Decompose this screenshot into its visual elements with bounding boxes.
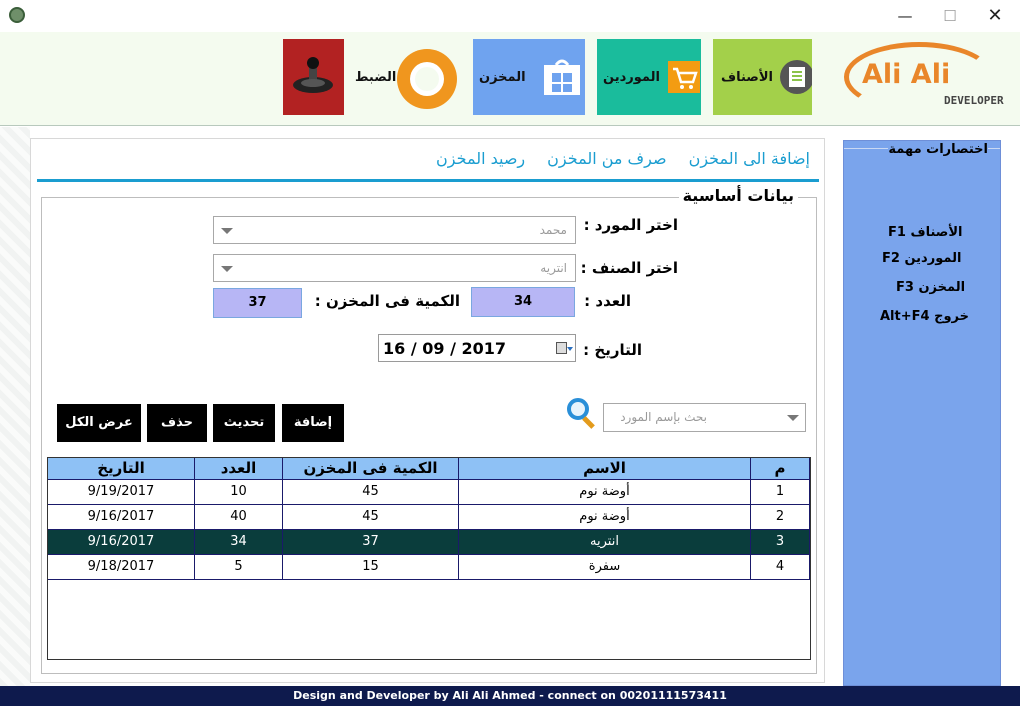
joystick-icon	[293, 57, 333, 93]
cell-name: سفرة	[459, 555, 751, 580]
add-button[interactable]: إضافة	[282, 404, 344, 442]
maximize-button[interactable]: ☐	[930, 4, 970, 28]
store-label: المخزن	[479, 69, 526, 85]
tab-store-balance[interactable]: رصيد المخزن	[436, 149, 525, 168]
supplier-select[interactable]: محمد	[213, 216, 576, 244]
date-value: 16 / 09 / 2017	[383, 339, 507, 358]
cell-num: 2	[751, 505, 810, 530]
header-count[interactable]: العدد	[195, 458, 283, 480]
cell-stock: 45	[283, 480, 459, 505]
cell-name: أوضة نوم	[459, 505, 751, 530]
header-stock[interactable]: الكمية فى المخزن	[283, 458, 459, 480]
cell-date: 9/16/2017	[48, 530, 195, 555]
delete-button[interactable]: حذف	[147, 404, 207, 442]
logo: Ali Ali DEVELOPER	[842, 34, 1012, 124]
store-bag-icon	[543, 59, 580, 95]
cell-date: 9/19/2017	[48, 480, 195, 505]
update-button[interactable]: تحديث	[213, 404, 275, 442]
cell-stock: 45	[283, 505, 459, 530]
shortcut-suppliers: الموردين F2	[882, 251, 962, 266]
cell-count: 40	[195, 505, 283, 530]
cell-name: انتريه	[459, 530, 751, 555]
item-value: انتريه	[540, 261, 567, 275]
header-date[interactable]: التاريخ	[48, 458, 195, 480]
suppliers-tile[interactable]: الموردين	[597, 39, 701, 115]
items-label: الأصناف	[721, 69, 773, 85]
footer-bar: Design and Developer by Ali Ali Ahmed - …	[0, 686, 1020, 706]
group-title: بيانات أساسية	[678, 186, 798, 205]
header-name[interactable]: الاسم	[459, 458, 751, 480]
cell-date: 9/18/2017	[48, 555, 195, 580]
tab-issue-from-store[interactable]: صرف من المخزن	[547, 149, 666, 168]
data-grid[interactable]: التاريخ العدد الكمية فى المخزن الاسم م 9…	[47, 457, 811, 660]
cell-num: 4	[751, 555, 810, 580]
table-row[interactable]: 9/18/2017 5 15 سفرة 4	[48, 555, 810, 580]
chevron-down-icon	[567, 347, 573, 351]
tab-add-to-store[interactable]: إضافة الى المخزن	[689, 149, 810, 168]
item-select[interactable]: انتريه	[213, 254, 576, 282]
cell-num: 3	[751, 530, 810, 555]
cell-stock: 37	[283, 530, 459, 555]
table-row-selected[interactable]: 9/16/2017 34 37 انتريه 3	[48, 530, 810, 555]
items-tile[interactable]: الأصناف	[713, 39, 812, 115]
close-button[interactable]: ✕	[975, 4, 1015, 28]
cell-num: 1	[751, 480, 810, 505]
shortcut-items: الأصناف F1	[888, 225, 963, 240]
stock-label: الكمية فى المخزن :	[314, 292, 460, 310]
decorative-pattern	[0, 127, 30, 686]
chevron-down-icon	[787, 415, 799, 421]
item-label: اختر الصنف :	[580, 259, 678, 277]
gear-icon	[397, 49, 457, 109]
logo-name: Ali Ali	[862, 59, 951, 90]
settings-label: الضبط	[355, 69, 397, 85]
stock-field[interactable]: 37	[213, 288, 302, 318]
cell-date: 9/16/2017	[48, 505, 195, 530]
cell-count: 5	[195, 555, 283, 580]
store-tile[interactable]: المخزن	[473, 39, 585, 115]
show-all-button[interactable]: عرض الكل	[57, 404, 141, 442]
shortcuts-title: اختصارات مهمة	[888, 142, 988, 157]
tab-underline	[37, 179, 819, 182]
app-icon	[9, 7, 25, 23]
cell-count: 10	[195, 480, 283, 505]
title-bar: — ☐ ✕	[0, 0, 1020, 32]
minimize-button[interactable]: —	[885, 4, 925, 28]
count-field[interactable]: 34	[471, 287, 575, 317]
search-supplier-select[interactable]: بحث بإسم المورد	[603, 403, 806, 432]
table-row[interactable]: 9/16/2017 40 45 أوضة نوم 2	[48, 505, 810, 530]
calendar-icon	[556, 342, 567, 354]
table-row[interactable]: 9/19/2017 10 45 أوضة نوم 1	[48, 480, 810, 505]
date-picker[interactable]: 16 / 09 / 2017	[378, 334, 576, 362]
settings-image-tile[interactable]	[283, 39, 344, 115]
cell-count: 34	[195, 530, 283, 555]
search-icon[interactable]	[567, 398, 597, 430]
suppliers-label: الموردين	[603, 69, 660, 85]
header-num[interactable]: م	[751, 458, 810, 480]
shortcut-exit: خروج Alt+F4	[880, 309, 969, 324]
list-icon	[780, 60, 812, 94]
chevron-down-icon	[221, 266, 233, 272]
supplier-label: اختر المورد :	[583, 216, 678, 234]
count-label: العدد :	[584, 292, 631, 310]
supplier-value: محمد	[539, 223, 567, 237]
cell-stock: 15	[283, 555, 459, 580]
shortcuts-panel: اختصارات مهمة	[843, 140, 1001, 686]
cart-icon	[667, 61, 700, 93]
logo-subtitle: DEVELOPER	[944, 94, 1004, 107]
date-label: التاريخ :	[583, 341, 642, 359]
cell-name: أوضة نوم	[459, 480, 751, 505]
shortcut-store: المخزن F3	[896, 280, 966, 295]
chevron-down-icon	[221, 228, 233, 234]
search-placeholder: بحث بإسم المورد	[620, 410, 707, 424]
tab-bar: إضافة الى المخزن صرف من المخزن رصيد المخ…	[436, 149, 810, 168]
